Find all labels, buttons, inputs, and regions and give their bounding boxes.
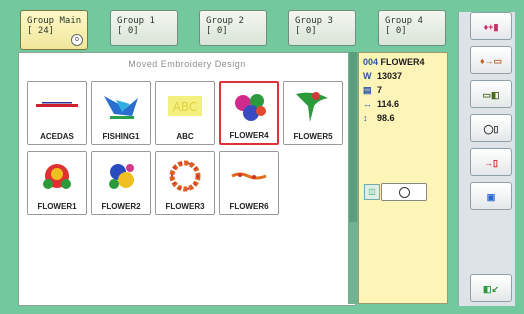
info-badge-icon[interactable]: o	[71, 34, 83, 46]
info-title: 004 FLOWER4	[363, 57, 425, 67]
add-to-group-button[interactable]: ♦+▮	[470, 12, 512, 40]
tab-count: [ 0]	[295, 26, 317, 36]
design-name: FLOWER2	[101, 202, 141, 211]
tab-group-2[interactable]: Group 2 [ 0]	[199, 10, 267, 46]
info-colors: ▤ 7	[363, 85, 382, 96]
svg-text:ABC: ABC	[173, 100, 198, 114]
hoop-display[interactable]	[381, 183, 427, 201]
design-name: FLOWER1	[37, 202, 77, 211]
flower5-design-icon	[296, 92, 328, 122]
design-name: ABC	[176, 132, 194, 141]
info-stitches: W 13037	[363, 71, 402, 81]
info-height: ↕ 98.6	[363, 113, 395, 123]
flower6-design-icon	[231, 172, 267, 180]
card-button[interactable]: ▭◧	[470, 80, 512, 108]
palette-icon: ▣	[486, 192, 496, 202]
design-height: 98.6	[377, 113, 395, 123]
design-name: FLOWER6	[229, 202, 269, 211]
tab-label: Group Main	[27, 16, 82, 26]
design-tile[interactable]: FISHING1	[91, 81, 151, 145]
design-name: FLOWER5	[293, 132, 333, 141]
delete-icon: →▯	[484, 158, 498, 168]
design-name: FLOWER4	[229, 131, 269, 140]
design-tile[interactable]: FLOWER6	[219, 151, 279, 215]
info-width: ↔ 114.6	[363, 99, 399, 109]
tab-label: Group 2	[206, 16, 244, 26]
acedas-design-icon	[36, 102, 78, 107]
design-tile[interactable]: FLOWER2	[91, 151, 151, 215]
tab-group-4[interactable]: Group 4 [ 0]	[378, 10, 446, 46]
tab-label: Group 4	[385, 16, 423, 26]
move-icon: ♦→▭	[479, 56, 503, 66]
tab-group-1[interactable]: Group 1 [ 0]	[110, 10, 178, 46]
width-icon: ↔	[363, 99, 372, 109]
delete-button[interactable]: →▯	[470, 148, 512, 176]
flower1-design-icon	[43, 164, 71, 189]
hoop-icon[interactable]: ◫	[364, 184, 380, 200]
tab-count: [ 0]	[206, 26, 228, 36]
design-tile[interactable]: FLOWER5	[283, 81, 343, 145]
ok-button[interactable]: ◧↙	[470, 274, 512, 302]
card-icon: ▭◧	[482, 90, 500, 100]
usb-button[interactable]: ◯▯	[470, 114, 512, 142]
design-code: 004	[363, 57, 379, 67]
flower3-design-icon	[169, 160, 201, 192]
scrollbar[interactable]	[348, 52, 358, 304]
design-tile[interactable]: ABC ABC	[155, 81, 215, 145]
tab-label: Group 1	[117, 16, 155, 26]
add-to-group-icon: ♦+▮	[483, 22, 499, 32]
stitch-count-icon: W	[363, 71, 372, 81]
tab-count: [ 0]	[117, 26, 139, 36]
design-tile[interactable]: FLOWER1	[27, 151, 87, 215]
move-button[interactable]: ♦→▭	[470, 46, 512, 74]
flower4-design-icon	[235, 94, 266, 121]
design-tile[interactable]: FLOWER3	[155, 151, 215, 215]
design-tile-selected[interactable]: FLOWER4	[219, 81, 279, 145]
design-name: ACEDAS	[40, 132, 74, 141]
design-name: FISHING1	[102, 132, 140, 141]
fishing-design-icon	[104, 96, 138, 119]
design-title: FLOWER4	[380, 57, 425, 67]
design-info-panel: 004 FLOWER4 W 13037 ▤ 7 ↔ 114.6 ↕ 98.6 ◫	[358, 52, 448, 304]
tab-label: Group 3	[295, 16, 333, 26]
panel-title: Moved Embroidery Design	[128, 59, 246, 69]
scrollbar-thumb[interactable]	[349, 52, 357, 222]
ok-icon: ◧↙	[482, 284, 500, 294]
tab-count: [ 0]	[385, 26, 407, 36]
design-width: 114.6	[377, 99, 400, 109]
height-icon: ↕	[363, 113, 368, 123]
tab-group-3[interactable]: Group 3 [ 0]	[288, 10, 356, 46]
color-count-icon: ▤	[363, 85, 372, 95]
stitch-count: 13037	[377, 71, 403, 81]
usb-icon: ◯▯	[483, 124, 499, 134]
color-count: 7	[377, 85, 383, 95]
abc-design-icon: ABC	[168, 96, 202, 116]
design-list-panel: Moved Embroidery Design ACEDAS FISHING1 …	[18, 52, 356, 306]
design-name: FLOWER3	[165, 202, 205, 211]
flower2-design-icon	[109, 164, 134, 189]
palette-button[interactable]: ▣	[470, 182, 512, 210]
design-tile[interactable]: ACEDAS	[27, 81, 87, 145]
tab-group-main[interactable]: Group Main [ 24] o	[20, 10, 88, 50]
